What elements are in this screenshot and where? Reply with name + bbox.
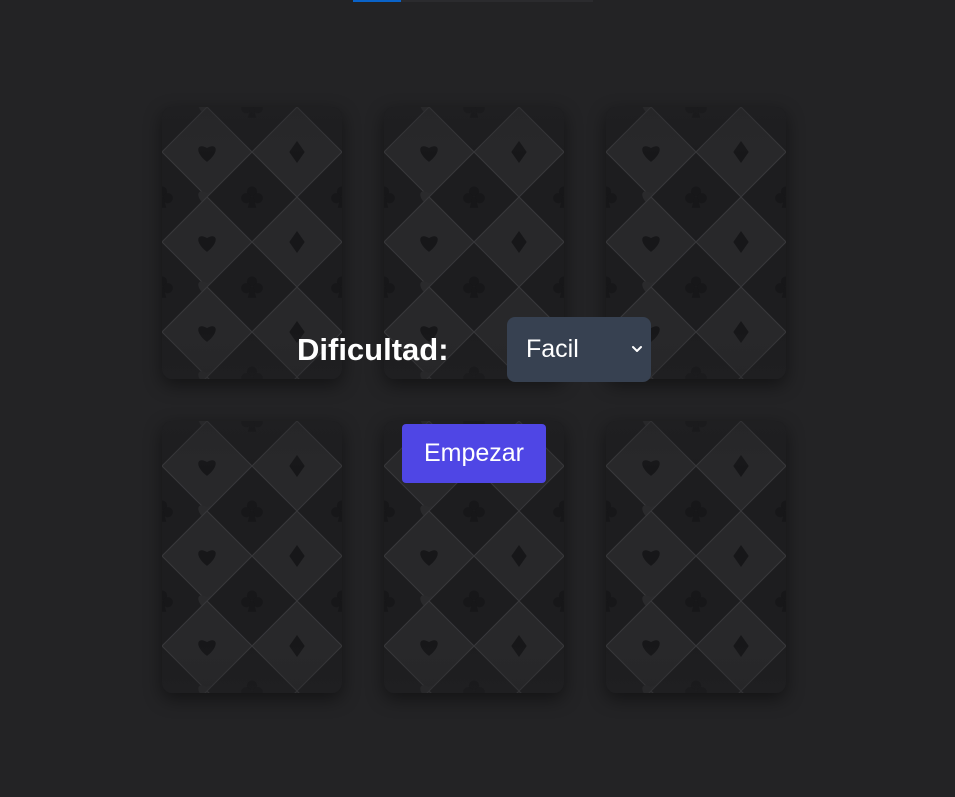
progress-bar <box>353 0 593 2</box>
game-screen: Dificultad: Facil Empezar <box>0 0 955 797</box>
card-back-pattern <box>162 421 342 693</box>
start-button[interactable]: Empezar <box>402 424 546 483</box>
card-back-pattern <box>606 421 786 693</box>
difficulty-label: Dificultad: <box>297 332 449 367</box>
progress-bar-fill <box>353 0 401 2</box>
chevron-down-icon <box>632 346 642 352</box>
card-6[interactable] <box>606 421 786 693</box>
difficulty-selected-value: Facil <box>526 335 579 363</box>
difficulty-select[interactable]: Facil <box>507 317 651 382</box>
card-4[interactable] <box>162 421 342 693</box>
